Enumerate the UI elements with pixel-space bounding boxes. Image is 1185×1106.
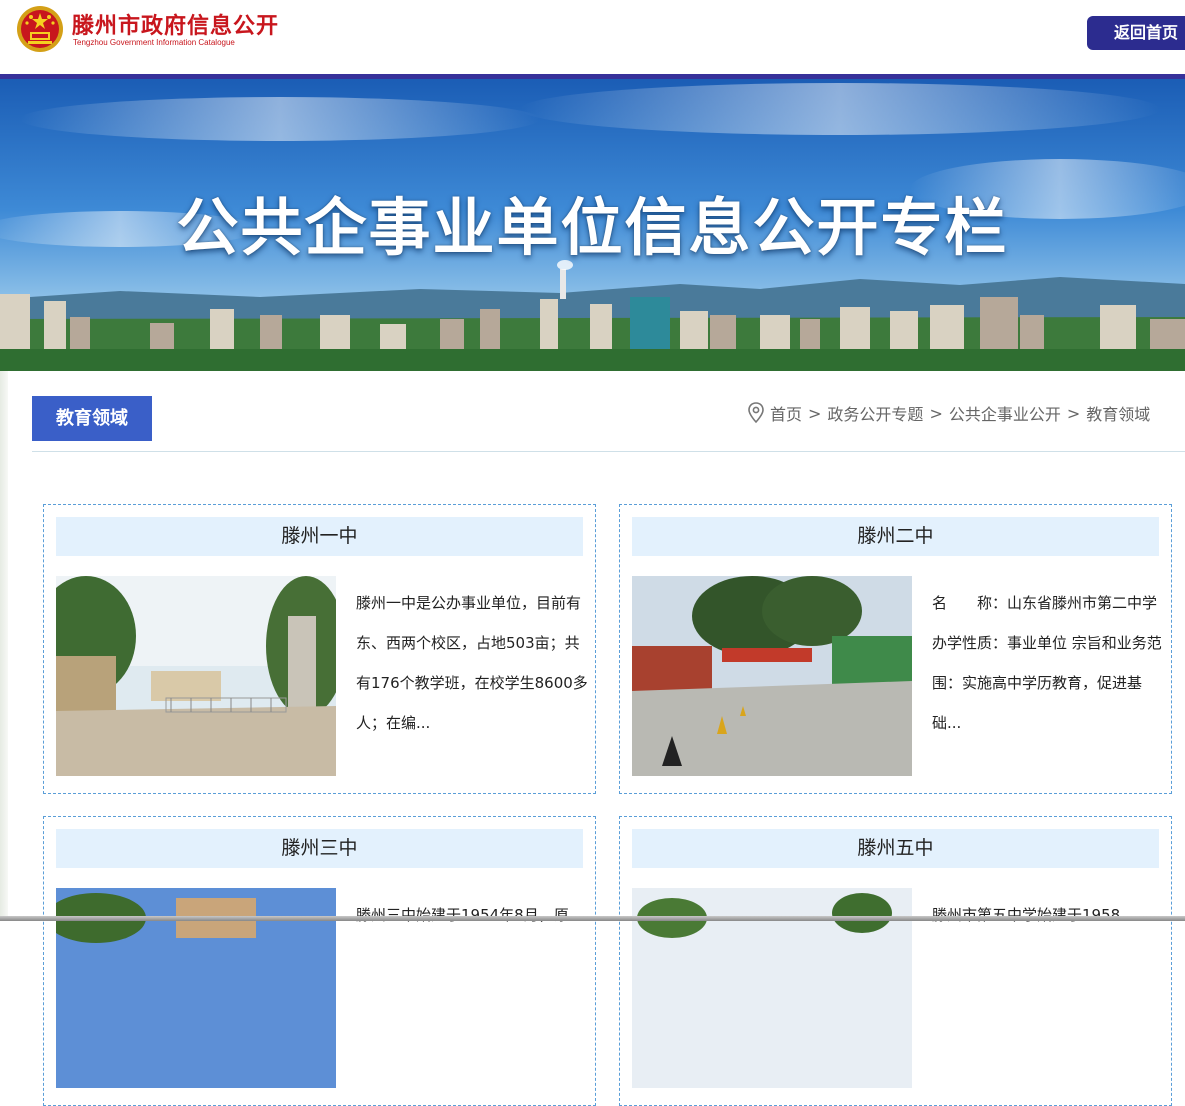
- site-title[interactable]: 滕州市政府信息公开: [72, 8, 279, 40]
- window-edge: [0, 916, 1185, 921]
- breadcrumb-separator: >: [808, 403, 822, 423]
- breadcrumb: 首页 > 政务公开专题 > 公共企事业公开 > 教育领域: [748, 400, 1150, 426]
- school-summary: 滕州三中始建于1954年8月，原: [356, 906, 569, 924]
- school-card-title[interactable]: 滕州一中: [56, 517, 583, 556]
- national-emblem-icon[interactable]: [16, 5, 64, 53]
- school-card: 滕州二中 名 称：山东省滕州市第二中学 办学性质：事业单位 宗旨和业务范围：实施…: [619, 504, 1172, 794]
- section-divider: [32, 451, 1185, 452]
- breadcrumb-home[interactable]: 首页: [770, 401, 802, 425]
- school-card: 滕州一中 滕州一中是公办事业单位，目前有东、西两个校区，占地503亩；共有176…: [43, 504, 596, 794]
- location-pin-icon: [748, 402, 764, 424]
- school-summary: 名 称：山东省滕州市第二中学 办学性质：事业单位 宗旨和业务范围：实施高中学历教…: [932, 594, 1162, 732]
- school-photo[interactable]: [56, 576, 336, 776]
- banner: 公共企事业单位信息公开专栏: [0, 79, 1185, 371]
- school-summary: 滕州一中是公办事业单位，目前有东、西两个校区，占地503亩；共有176个教学班，…: [356, 594, 588, 732]
- home-button[interactable]: 返回首页: [1087, 16, 1185, 50]
- breadcrumb-separator: >: [1066, 403, 1081, 423]
- breadcrumb-separator: >: [929, 403, 943, 423]
- school-card: 滕州五中 滕州市第五中学始建于1958: [619, 816, 1172, 1106]
- section-tab-education[interactable]: 教育领域: [32, 396, 152, 441]
- school-photo[interactable]: [632, 576, 912, 776]
- breadcrumb-public-enterprise[interactable]: 公共企事业公开: [949, 401, 1061, 425]
- site-subtitle: Tengzhou Government Information Catalogu…: [73, 38, 235, 47]
- school-card-title[interactable]: 滕州五中: [632, 829, 1159, 868]
- site-header: 滕州市政府信息公开 Tengzhou Government Informatio…: [0, 0, 1185, 79]
- banner-title: 公共企事业单位信息公开专栏: [176, 191, 1009, 264]
- breadcrumb-gov-topics[interactable]: 政务公开专题: [827, 401, 923, 425]
- school-card: 滕州三中 滕州三中始建于1954年8月，原: [43, 816, 596, 1106]
- breadcrumb-education[interactable]: 教育领域: [1086, 401, 1150, 425]
- school-card-title[interactable]: 滕州二中: [632, 517, 1159, 556]
- school-card-title[interactable]: 滕州三中: [56, 829, 583, 868]
- school-summary: 滕州市第五中学始建于1958: [932, 906, 1121, 924]
